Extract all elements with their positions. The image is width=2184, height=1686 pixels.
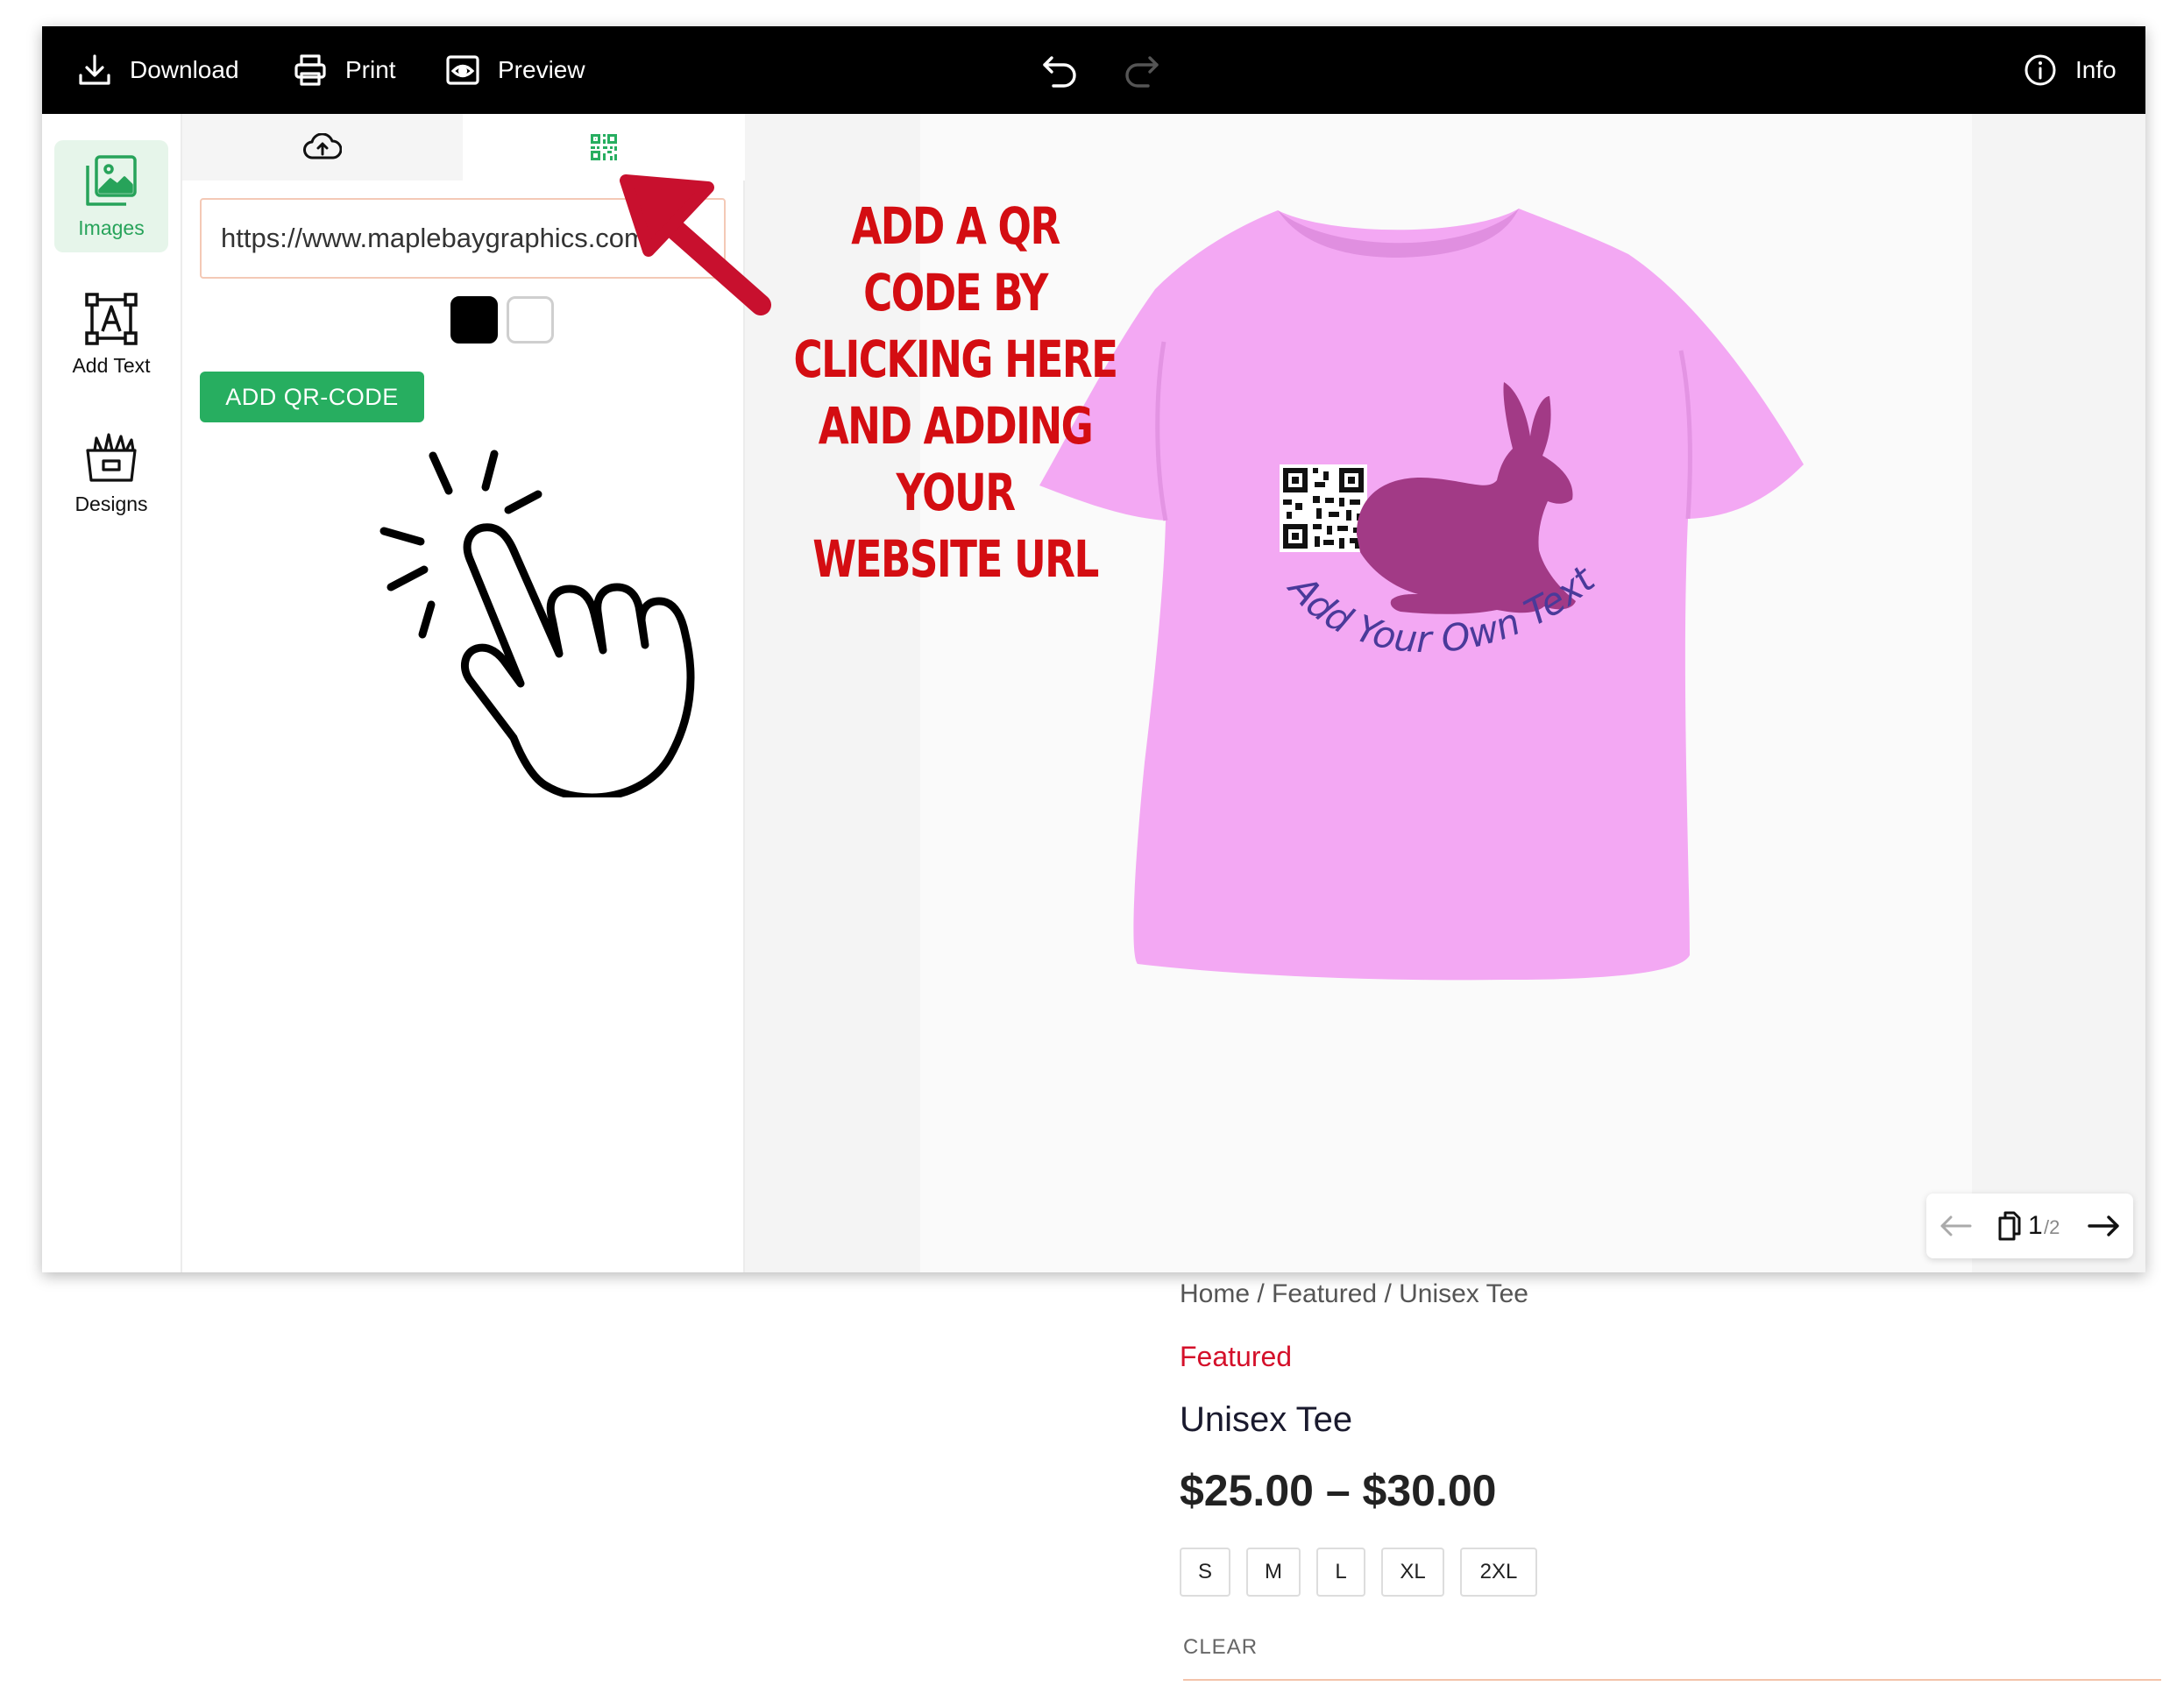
size-l-button[interactable]: L [1316, 1548, 1365, 1597]
tab-upload[interactable] [182, 114, 463, 181]
add-text-icon [85, 292, 138, 345]
sidebar-item-label: Images [78, 216, 145, 239]
printer-icon [294, 54, 326, 86]
sidebar-item-images[interactable]: Images [54, 140, 168, 252]
cloud-upload-icon [303, 133, 342, 159]
info-icon [2024, 54, 2056, 86]
breadcrumb[interactable]: Home / Featured / Unisex Tee [1180, 1279, 1528, 1309]
sidebar-item-label: Add Text [72, 353, 151, 377]
preview-label: Preview [498, 56, 585, 83]
sidebar-item-label: Designs [74, 492, 148, 515]
next-arrow-icon[interactable] [2086, 1213, 2121, 1239]
download-label: Download [130, 56, 239, 83]
product-title: Unisex Tee [1180, 1400, 1353, 1439]
product-category[interactable]: Featured [1180, 1341, 1292, 1373]
print-button[interactable]: Print [293, 26, 396, 114]
previous-arrow-icon[interactable] [1939, 1213, 1974, 1239]
sidebar-item-designs[interactable]: Designs [54, 417, 168, 529]
product-designer: Download Print Preview Info Images Add T… [42, 26, 2145, 1272]
product-price: $25.00 – $30.00 [1180, 1466, 1497, 1515]
current-page: 1 [2028, 1211, 2043, 1240]
print-label: Print [345, 56, 396, 83]
size-2xl-button[interactable]: 2XL [1460, 1548, 1537, 1597]
redo-button[interactable] [1122, 26, 1160, 114]
info-label: Info [2075, 56, 2117, 83]
total-pages: /2 [2044, 1216, 2060, 1238]
preview-icon [446, 55, 479, 85]
redo-icon [1125, 56, 1159, 88]
preview-button[interactable]: Preview [445, 26, 585, 114]
images-icon [86, 154, 137, 206]
info-button[interactable]: Info [2023, 26, 2117, 114]
pointing-hand-icon [379, 450, 695, 797]
undo-button[interactable] [1041, 26, 1080, 114]
page-navigator: 1 /2 [1926, 1194, 2133, 1258]
download-icon [79, 54, 110, 85]
qr-code-print[interactable] [1280, 464, 1367, 552]
divider [1183, 1679, 2161, 1681]
designs-icon [86, 432, 137, 482]
size-s-button[interactable]: S [1180, 1548, 1230, 1597]
white-swatch[interactable] [507, 296, 554, 344]
undo-icon [1043, 56, 1076, 88]
size-xl-button[interactable]: XL [1381, 1548, 1444, 1597]
red-arrow-annotation [620, 174, 771, 315]
instruction-annotation: ADD A QR CODE BY CLICKING HERE AND ADDIN… [791, 193, 1119, 592]
annotation-line: ADD A QR CODE BY [851, 196, 1060, 322]
pages-icon [1998, 1211, 2021, 1241]
sidebar: Images Add Text Designs [42, 114, 182, 1272]
size-selector: S M L XL 2XL [1180, 1548, 1553, 1597]
add-qr-code-button[interactable]: ADD QR-CODE [200, 372, 424, 422]
download-button[interactable]: Download [77, 26, 239, 114]
clear-selection-link[interactable]: CLEAR [1183, 1635, 1258, 1660]
annotation-line: AND ADDING YOUR [818, 396, 1094, 522]
annotation-line: CLICKING HERE [793, 329, 1118, 389]
size-m-button[interactable]: M [1246, 1548, 1301, 1597]
toolbar: Download Print Preview Info [42, 26, 2145, 114]
black-swatch[interactable] [450, 296, 498, 344]
sidebar-item-add-text[interactable]: Add Text [54, 279, 168, 391]
annotation-line: WEBSITE URL [812, 529, 1099, 589]
